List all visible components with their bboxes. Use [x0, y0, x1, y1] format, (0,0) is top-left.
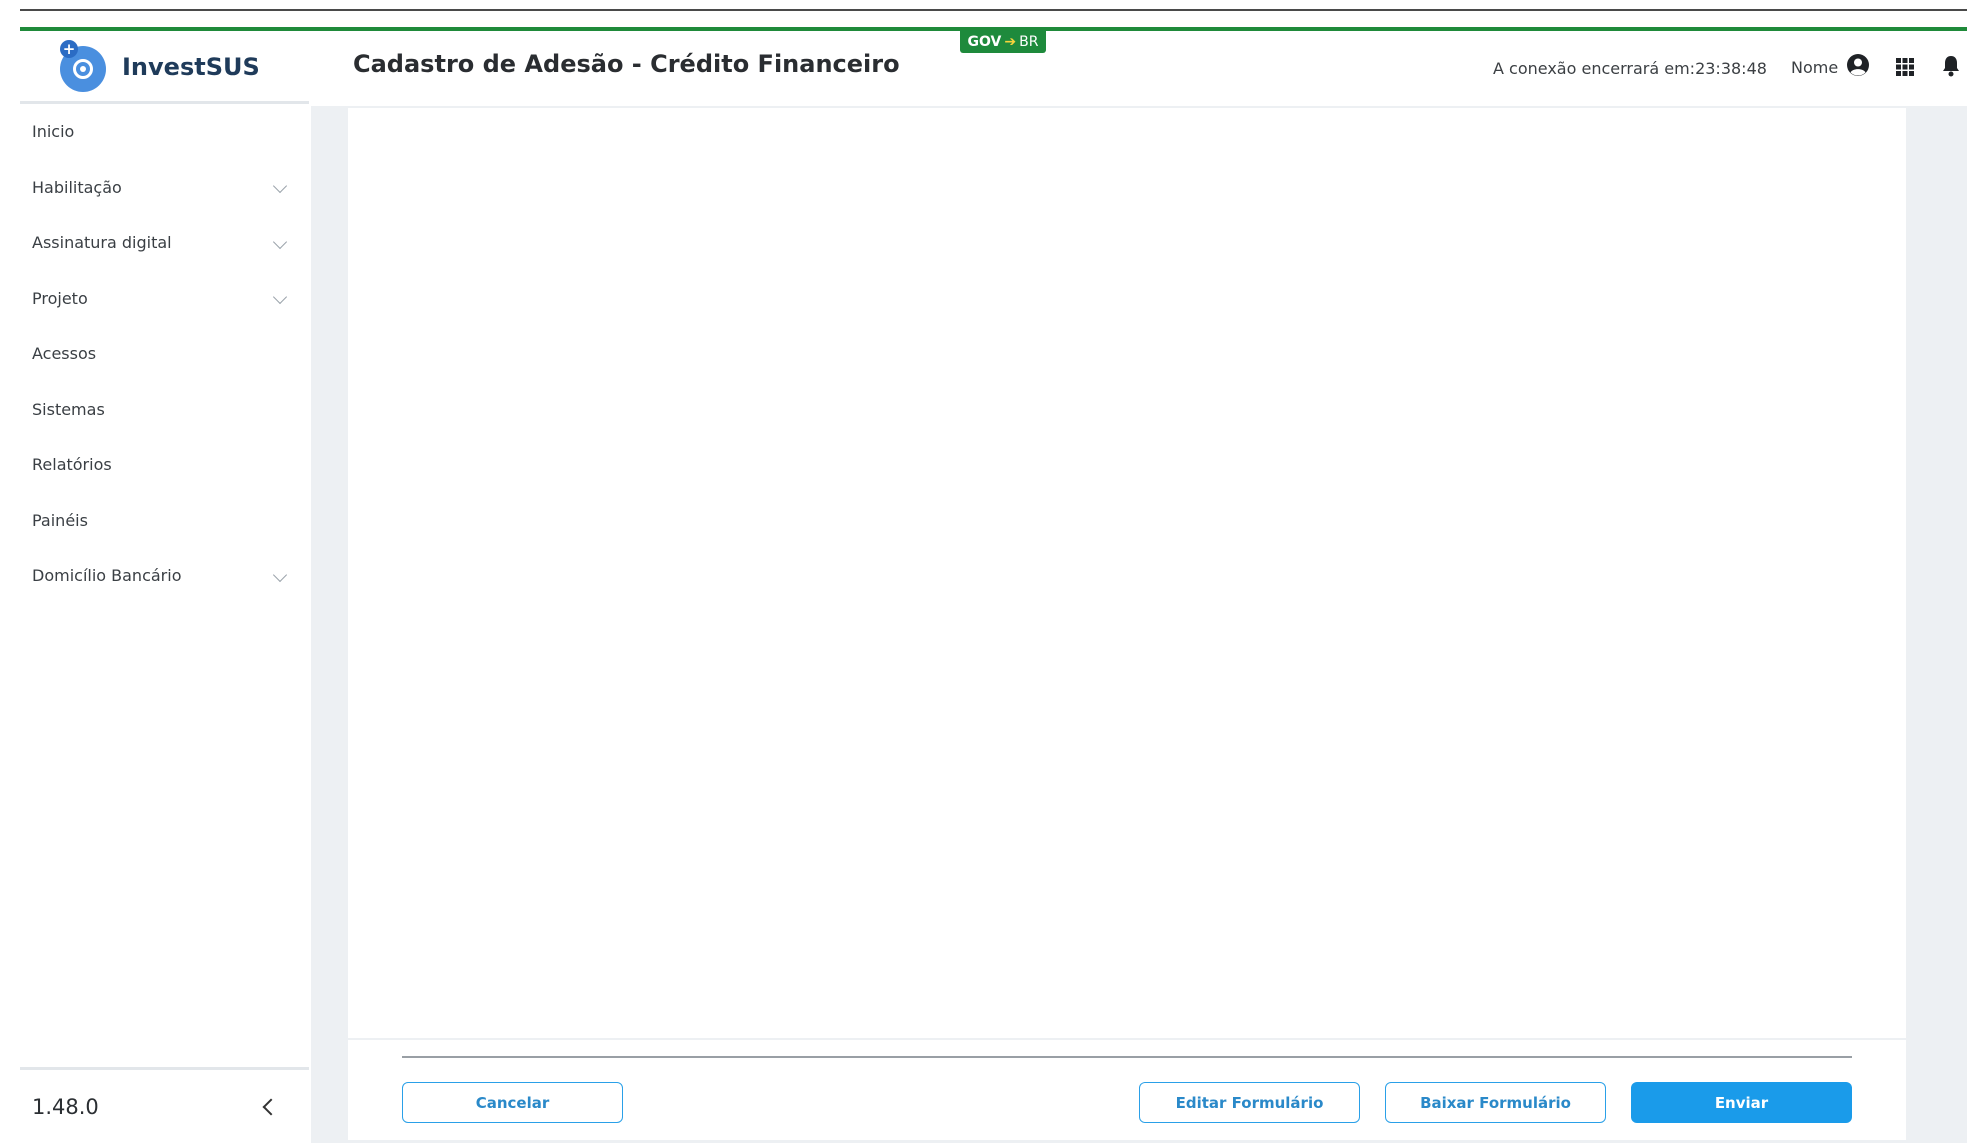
sidebar-item-projeto[interactable]: Projeto: [20, 271, 309, 327]
chevron-down-icon: [272, 290, 288, 305]
sidebar-item-inicio[interactable]: Inicio: [20, 104, 309, 160]
form-content-panel: [348, 108, 1906, 1038]
sidebar-item-label: Inicio: [32, 122, 75, 142]
top-border: [20, 9, 1967, 11]
sidebar-item-label: Habilitação: [32, 177, 122, 197]
sidebar-item-relatorios[interactable]: Relatórios: [20, 437, 309, 493]
sidebar-item-acessos[interactable]: Acessos: [20, 326, 309, 382]
sidebar-item-label: Sistemas: [32, 399, 105, 419]
edit-form-button[interactable]: Editar Formulário: [1139, 1082, 1360, 1123]
sidebar-item-label: Painéis: [32, 510, 88, 530]
sidebar-item-sistemas[interactable]: Sistemas: [20, 382, 309, 438]
session-timer-label: A conexão encerrará em:: [1493, 59, 1696, 78]
sidebar-item-label: Projeto: [32, 288, 88, 308]
user-name[interactable]: Nome: [1791, 58, 1838, 77]
app-logo[interactable]: + InvestSUS: [20, 31, 309, 104]
sidebar-item-label: Relatórios: [32, 455, 112, 475]
sidebar-item-label: Assinatura digital: [32, 233, 172, 253]
session-timer: A conexão encerrará em:23:38:48: [1493, 59, 1767, 78]
chevron-down-icon: [272, 567, 288, 582]
page-header: Cadastro de Adesão - Crédito Financeiro …: [309, 31, 1967, 106]
chevron-down-icon: [272, 234, 288, 249]
sidebar-menu: Inicio Habilitação Assinatura digital Pr…: [20, 104, 309, 604]
page-title: Cadastro de Adesão - Crédito Financeiro: [353, 50, 900, 78]
sidebar: + InvestSUS Inicio Habilitação Assinatur…: [20, 31, 309, 1143]
apps-grid-icon[interactable]: [1895, 57, 1915, 77]
sidebar-item-domicilio-bancario[interactable]: Domicílio Bancário: [20, 548, 309, 604]
user-circle-icon[interactable]: [1846, 53, 1870, 77]
sidebar-item-paineis[interactable]: Painéis: [20, 493, 309, 549]
form-actions: Cancelar Editar Formulário Baixar Formul…: [348, 1040, 1906, 1140]
download-form-button[interactable]: Baixar Formulário: [1385, 1082, 1606, 1123]
sidebar-item-habilitacao[interactable]: Habilitação: [20, 160, 309, 216]
sidebar-item-assinatura-digital[interactable]: Assinatura digital: [20, 215, 309, 271]
cancel-button[interactable]: Cancelar: [402, 1082, 623, 1123]
sidebar-item-label: Domicílio Bancário: [32, 566, 182, 586]
send-button[interactable]: Enviar: [1631, 1082, 1852, 1123]
bell-icon[interactable]: [1941, 55, 1961, 77]
divider: [402, 1056, 1852, 1058]
sidebar-item-label: Acessos: [32, 344, 97, 364]
chevron-down-icon: [272, 179, 288, 194]
session-timer-value: 23:38:48: [1695, 59, 1767, 78]
plus-icon: +: [60, 40, 78, 58]
app-name: InvestSUS: [122, 53, 260, 81]
sidebar-footer: 1.48.0: [20, 1067, 309, 1143]
collapse-sidebar-icon[interactable]: [262, 1098, 280, 1115]
app-version: 1.48.0: [32, 1094, 99, 1119]
